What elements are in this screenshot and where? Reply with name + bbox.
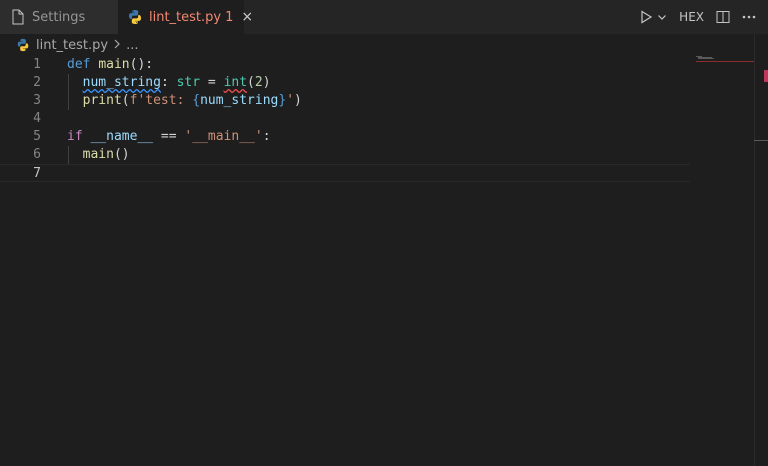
breadcrumb-file[interactable]: lint_test.py xyxy=(36,38,108,53)
code-text: print(f'test: {num_string}') xyxy=(82,93,302,108)
vertical-scrollbar[interactable] xyxy=(754,34,755,466)
line-number: 4 xyxy=(33,111,41,126)
line-number: 2 xyxy=(33,75,41,90)
close-icon[interactable]: × xyxy=(241,9,253,25)
code-line[interactable]: 3 print(f'test: {num_string}') xyxy=(0,92,690,110)
line-number: 5 xyxy=(33,129,41,144)
scrollbar-error-marker xyxy=(764,70,768,82)
minimap[interactable] xyxy=(696,56,754,62)
code-text: main() xyxy=(82,147,130,162)
scrollbar-cursor-marker xyxy=(754,140,768,141)
editor-actions: HEX xyxy=(639,0,768,34)
code-editor[interactable]: 1 def main(): 2 num_string: str = int(2) 3 … xyxy=(0,56,768,466)
code-line[interactable]: 2 num_string: str = int(2) xyxy=(0,74,690,92)
chevron-down-icon[interactable] xyxy=(657,12,667,22)
tab-label: Settings xyxy=(32,9,86,25)
tab-label: lint_test.py xyxy=(149,9,222,25)
line-number: 3 xyxy=(33,93,41,108)
tab-settings[interactable]: Settings xyxy=(0,0,118,34)
python-icon xyxy=(127,9,143,25)
line-number: 6 xyxy=(33,147,41,162)
code-text: if __name__ == '__main__': xyxy=(67,129,271,144)
tab-bar: Settings lint_test.py 1 × HEX xyxy=(0,0,768,34)
python-icon xyxy=(16,38,30,52)
split-editor-icon[interactable] xyxy=(716,10,730,24)
more-actions-icon[interactable] xyxy=(742,15,756,19)
tab-lint-test[interactable]: lint_test.py 1 × xyxy=(118,0,253,34)
code-line[interactable]: 4 xyxy=(0,110,690,128)
chevron-right-icon xyxy=(113,38,121,52)
code-line[interactable]: 1 def main(): xyxy=(0,56,690,74)
breadcrumb: lint_test.py ... xyxy=(0,34,768,56)
code-line[interactable]: 7 xyxy=(0,164,690,182)
run-icon[interactable] xyxy=(639,10,653,24)
code-line[interactable]: 5 if __name__ == '__main__': xyxy=(0,128,690,146)
breadcrumb-more[interactable]: ... xyxy=(126,38,138,53)
line-number: 1 xyxy=(33,57,41,72)
code-line[interactable]: 6 main() xyxy=(0,146,690,164)
hex-button[interactable]: HEX xyxy=(679,10,704,24)
file-icon xyxy=(10,9,26,25)
problem-count-badge: 1 xyxy=(225,9,234,25)
minimap-error-marker xyxy=(696,61,754,62)
code-text: def main(): xyxy=(67,57,154,72)
code-text: num_string: str = int(2) xyxy=(82,75,271,90)
line-number: 7 xyxy=(33,166,41,181)
